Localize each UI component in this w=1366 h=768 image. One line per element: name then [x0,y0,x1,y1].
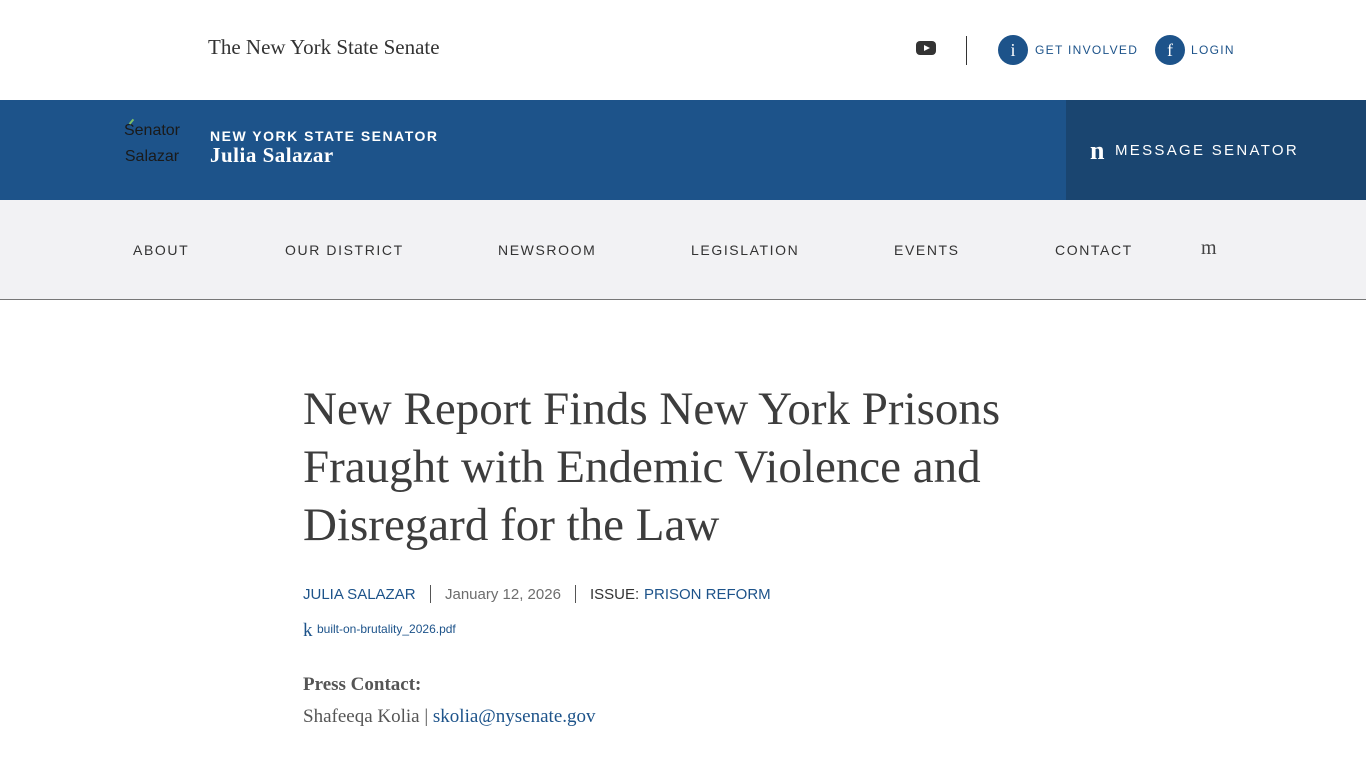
get-involved-icon[interactable]: i [998,35,1028,65]
nav-item-contact[interactable]: CONTACT [1055,242,1133,258]
article-date: January 12, 2026 [445,586,561,603]
file-download-icon[interactable]: k [303,620,313,642]
nav-item-events[interactable]: EVENTS [894,242,960,258]
top-divider [966,36,967,65]
meta-divider [430,585,431,603]
press-contact-separator: | [424,706,429,727]
nav-item-our-district[interactable]: OUR DISTRICT [285,242,404,258]
avatar-alt-text: Senator Salazar [123,122,181,165]
senator-name-link[interactable]: Julia Salazar [210,143,334,168]
press-contact-email-link[interactable]: skolia@nysenate.gov [433,706,596,727]
file-download-link[interactable]: built-on-brutality_2026.pdf [317,622,456,636]
nav-item-newsroom[interactable]: NEWSROOM [498,242,596,258]
site-title-link[interactable]: The New York State Senate [208,35,440,60]
press-contact-name: Shafeeqa Kolia [303,706,420,727]
message-senator-label[interactable]: MESSAGE SENATOR [1115,142,1299,159]
meta-divider [575,585,576,603]
senator-title-label: NEW YORK STATE SENATOR [210,128,439,144]
login-link[interactable]: LOGIN [1191,43,1235,57]
press-contact-label: Press Contact: [303,674,422,695]
login-icon[interactable]: f [1155,35,1185,65]
search-icon[interactable]: m [1201,237,1217,260]
main-nav [0,200,1366,300]
nav-item-legislation[interactable]: LEGISLATION [691,242,799,258]
press-contact-line: Shafeeqa Kolia | skolia@nysenate.gov [303,706,596,728]
envelope-icon[interactable]: n [1090,136,1104,166]
get-involved-link[interactable]: GET INVOLVED [1035,43,1138,57]
issue-label: ISSUE: [590,586,640,603]
youtube-icon[interactable] [916,41,936,55]
senator-avatar[interactable]: Senator Salazar [120,118,184,182]
article-author-link[interactable]: JULIA SALAZAR [303,586,416,603]
nav-item-about[interactable]: ABOUT [133,242,189,258]
issue-link[interactable]: PRISON REFORM [644,586,771,603]
article-headline: New Report Finds New York Prisons Fraugh… [303,383,1001,551]
